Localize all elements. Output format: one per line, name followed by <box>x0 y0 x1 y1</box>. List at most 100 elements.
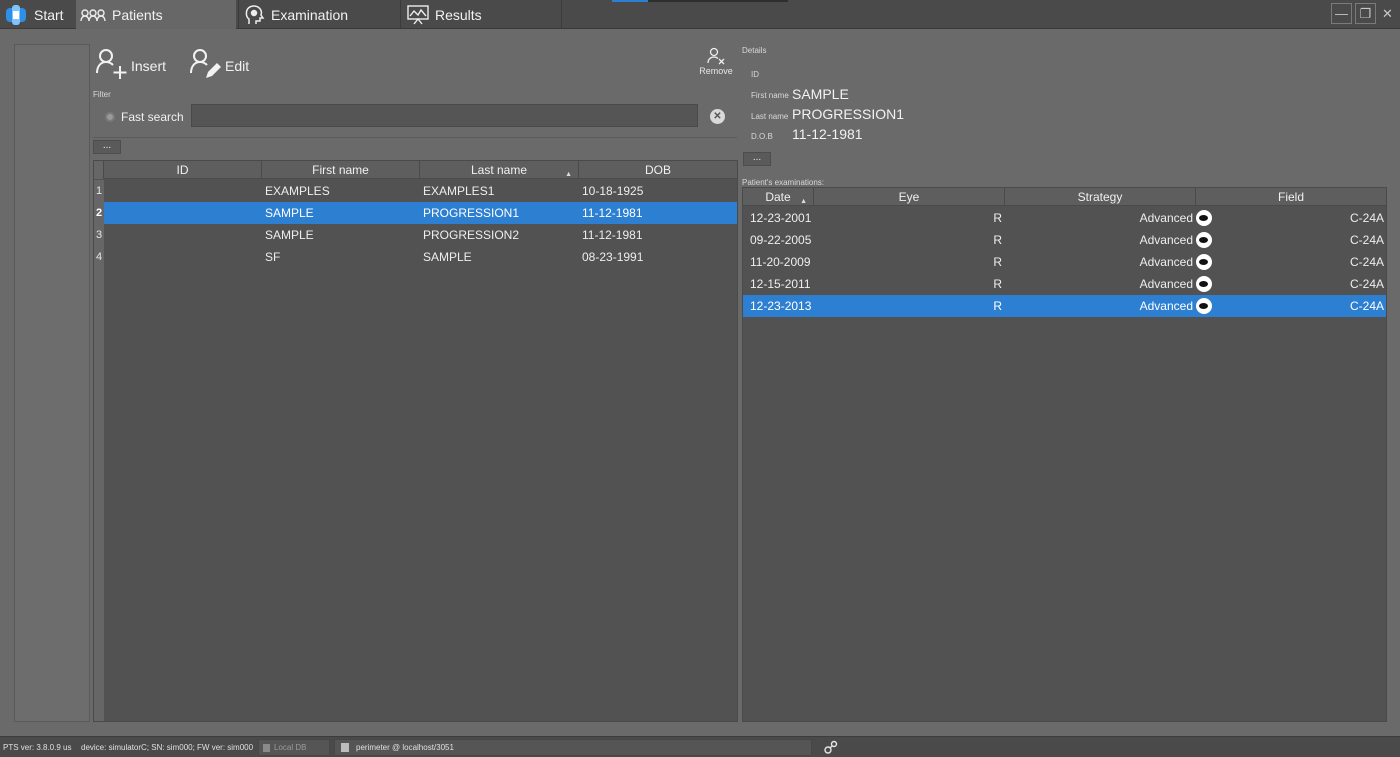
settings-cog-icon[interactable] <box>823 739 839 757</box>
exam-row[interactable]: 11-20-2009 R Advanced C-24A <box>743 251 1386 273</box>
app-logo-icon <box>4 4 28 26</box>
exam-row[interactable]: 12-15-2011 R Advanced C-24A <box>743 273 1386 295</box>
database-icon <box>341 743 349 752</box>
examinations-heading: Patient's examinations: <box>742 178 825 187</box>
patients-table: ID First name Last name ▲ DOB 1 EXAMPLES… <box>93 160 738 722</box>
cell-field: C-24A <box>1196 251 1386 273</box>
tab-start[interactable]: Start <box>0 0 70 29</box>
minimize-button[interactable]: — <box>1331 3 1352 24</box>
details-first-name-label: First name <box>751 91 789 100</box>
tab-patients-label: Patients <box>112 6 163 23</box>
tab-bar: Start Patients Examination Results — ❐ ✕ <box>0 0 1400 29</box>
cell-strategy: Advanced <box>1139 277 1193 291</box>
cell-eye: R <box>993 299 1002 313</box>
examinations-table: Date ▲ Eye Strategy Field 12-23-2001 R A… <box>742 187 1387 722</box>
cell-field-value: C-24A <box>1349 299 1384 313</box>
cell-field-value: C-24A <box>1349 211 1384 225</box>
examinations-table-header: Date ▲ Eye Strategy Field <box>743 188 1386 206</box>
cell-date: 12-23-2013 <box>750 299 812 313</box>
fast-search-radio[interactable] <box>105 112 115 122</box>
cell-field: C-24A <box>1196 273 1386 295</box>
cell-date: 12-15-2011 <box>750 277 811 291</box>
column-header-id[interactable]: ID <box>104 161 262 179</box>
database-icon <box>263 744 270 752</box>
column-header-first-name[interactable]: First name <box>262 161 420 179</box>
cell-eye: R <box>993 211 1002 225</box>
exam-row[interactable]: 09-22-2005 R Advanced C-24A <box>743 229 1386 251</box>
cell-last-name: PROGRESSION2 <box>423 228 520 242</box>
column-header-date-label: Date <box>765 190 791 204</box>
edit-user-icon <box>189 47 223 84</box>
exam-row-selected[interactable]: 12-23-2013 R Advanced C-24A <box>743 295 1386 317</box>
patients-icon <box>80 8 106 22</box>
examination-icon <box>245 4 265 26</box>
row-number: 2 <box>94 202 104 224</box>
search-input[interactable] <box>191 104 698 127</box>
cell-dob: 08-23-1991 <box>582 250 644 264</box>
row-number: 3 <box>94 224 104 246</box>
row-number: 4 <box>94 246 104 268</box>
details-dob-value: 11-12-1981 <box>792 126 863 142</box>
status-bar: PTS ver: 3.8.0.9 us device: simulatorC; … <box>0 736 1400 757</box>
cell-id <box>104 246 262 268</box>
remove-button[interactable]: Remove <box>697 46 735 76</box>
edit-button[interactable]: Edit <box>189 47 249 84</box>
column-header-strategy[interactable]: Strategy <box>1005 188 1196 206</box>
details-id-label: ID <box>751 70 759 79</box>
row-number-header <box>94 161 104 179</box>
column-header-last-name[interactable]: Last name ▲ <box>420 161 579 179</box>
column-header-dob[interactable]: DOB <box>579 161 737 179</box>
cell-field-value: C-24A <box>1349 233 1384 247</box>
details-last-name-label: Last name <box>751 112 789 121</box>
cell-dob: 11-12-1981 <box>582 228 643 242</box>
tab-examination[interactable]: Examination <box>238 0 400 29</box>
exam-row[interactable]: 12-23-2001 R Advanced C-24A <box>743 207 1386 229</box>
tab-start-label: Start <box>34 6 64 23</box>
row-number: 1 <box>94 180 104 202</box>
filter-more-button[interactable]: ... <box>93 140 121 154</box>
tab-results[interactable]: Results <box>400 0 562 29</box>
cell-strategy: Advanced <box>1139 211 1193 225</box>
details-more-button[interactable]: ... <box>743 152 771 166</box>
column-header-eye[interactable]: Eye <box>814 188 1005 206</box>
table-row[interactable]: 4 SF SAMPLE 08-23-1991 <box>94 246 737 268</box>
remove-label: Remove <box>699 66 733 76</box>
cell-first-name: EXAMPLES <box>265 184 330 198</box>
column-header-date[interactable]: Date ▲ <box>743 188 814 206</box>
column-header-field[interactable]: Field <box>1196 188 1386 206</box>
restore-icon: ❐ <box>1359 5 1372 21</box>
divider <box>93 137 737 138</box>
cell-id <box>104 224 262 246</box>
cell-eye: R <box>993 255 1002 269</box>
cell-field-value: C-24A <box>1349 255 1384 269</box>
cell-dob: 10-18-1925 <box>582 184 644 198</box>
eye-field-icon <box>1196 254 1212 270</box>
cell-field: C-24A <box>1196 207 1386 229</box>
table-row-selected[interactable]: 2 SAMPLE PROGRESSION1 11-12-1981 <box>94 202 737 224</box>
clear-search-icon[interactable]: ✕ <box>710 109 725 124</box>
cell-eye: R <box>993 277 1002 291</box>
cell-field: C-24A <box>1196 229 1386 251</box>
filter-label: Filter <box>93 90 111 99</box>
cell-first-name: SAMPLE <box>265 206 314 220</box>
table-row[interactable]: 1 EXAMPLES EXAMPLES1 10-18-1925 <box>94 180 737 202</box>
eye-field-icon <box>1196 276 1212 292</box>
eye-field-icon <box>1196 210 1212 226</box>
tab-patients[interactable]: Patients <box>76 0 236 29</box>
indicator-track <box>648 0 788 2</box>
cell-first-name: SF <box>265 250 281 264</box>
close-button[interactable]: ✕ <box>1377 3 1398 24</box>
insert-button[interactable]: Insert <box>95 47 166 84</box>
cell-last-name: SAMPLE <box>423 250 472 264</box>
version-status: PTS ver: 3.8.0.9 us <box>3 743 72 752</box>
results-icon <box>407 4 429 25</box>
edit-label: Edit <box>225 57 250 74</box>
patients-table-header: ID First name Last name ▲ DOB <box>94 161 737 179</box>
db-connection-label: perimeter @ localhost/3051 <box>356 743 454 752</box>
table-row[interactable]: 3 SAMPLE PROGRESSION2 11-12-1981 <box>94 224 737 246</box>
minimize-icon: — <box>1335 6 1348 21</box>
cell-field-value: C-24A <box>1349 277 1384 291</box>
cell-date: 12-23-2001 <box>750 211 812 225</box>
eye-field-icon <box>1196 232 1212 248</box>
restore-button[interactable]: ❐ <box>1355 3 1376 24</box>
